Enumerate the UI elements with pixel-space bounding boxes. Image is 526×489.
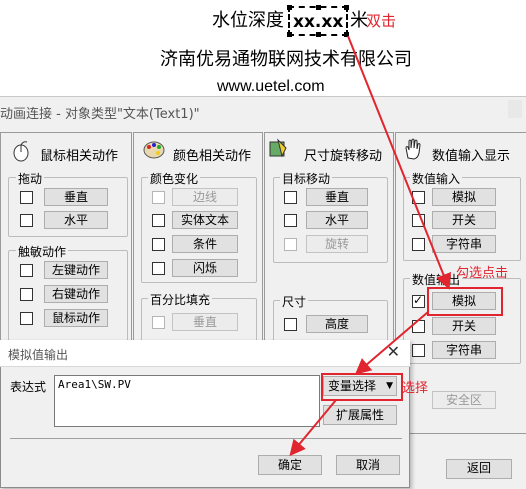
annotation-arrows	[289, 35, 451, 457]
arrow-to-analog	[347, 35, 451, 290]
arrow-to-ok	[289, 399, 337, 457]
arrow-to-variable	[354, 311, 429, 375]
